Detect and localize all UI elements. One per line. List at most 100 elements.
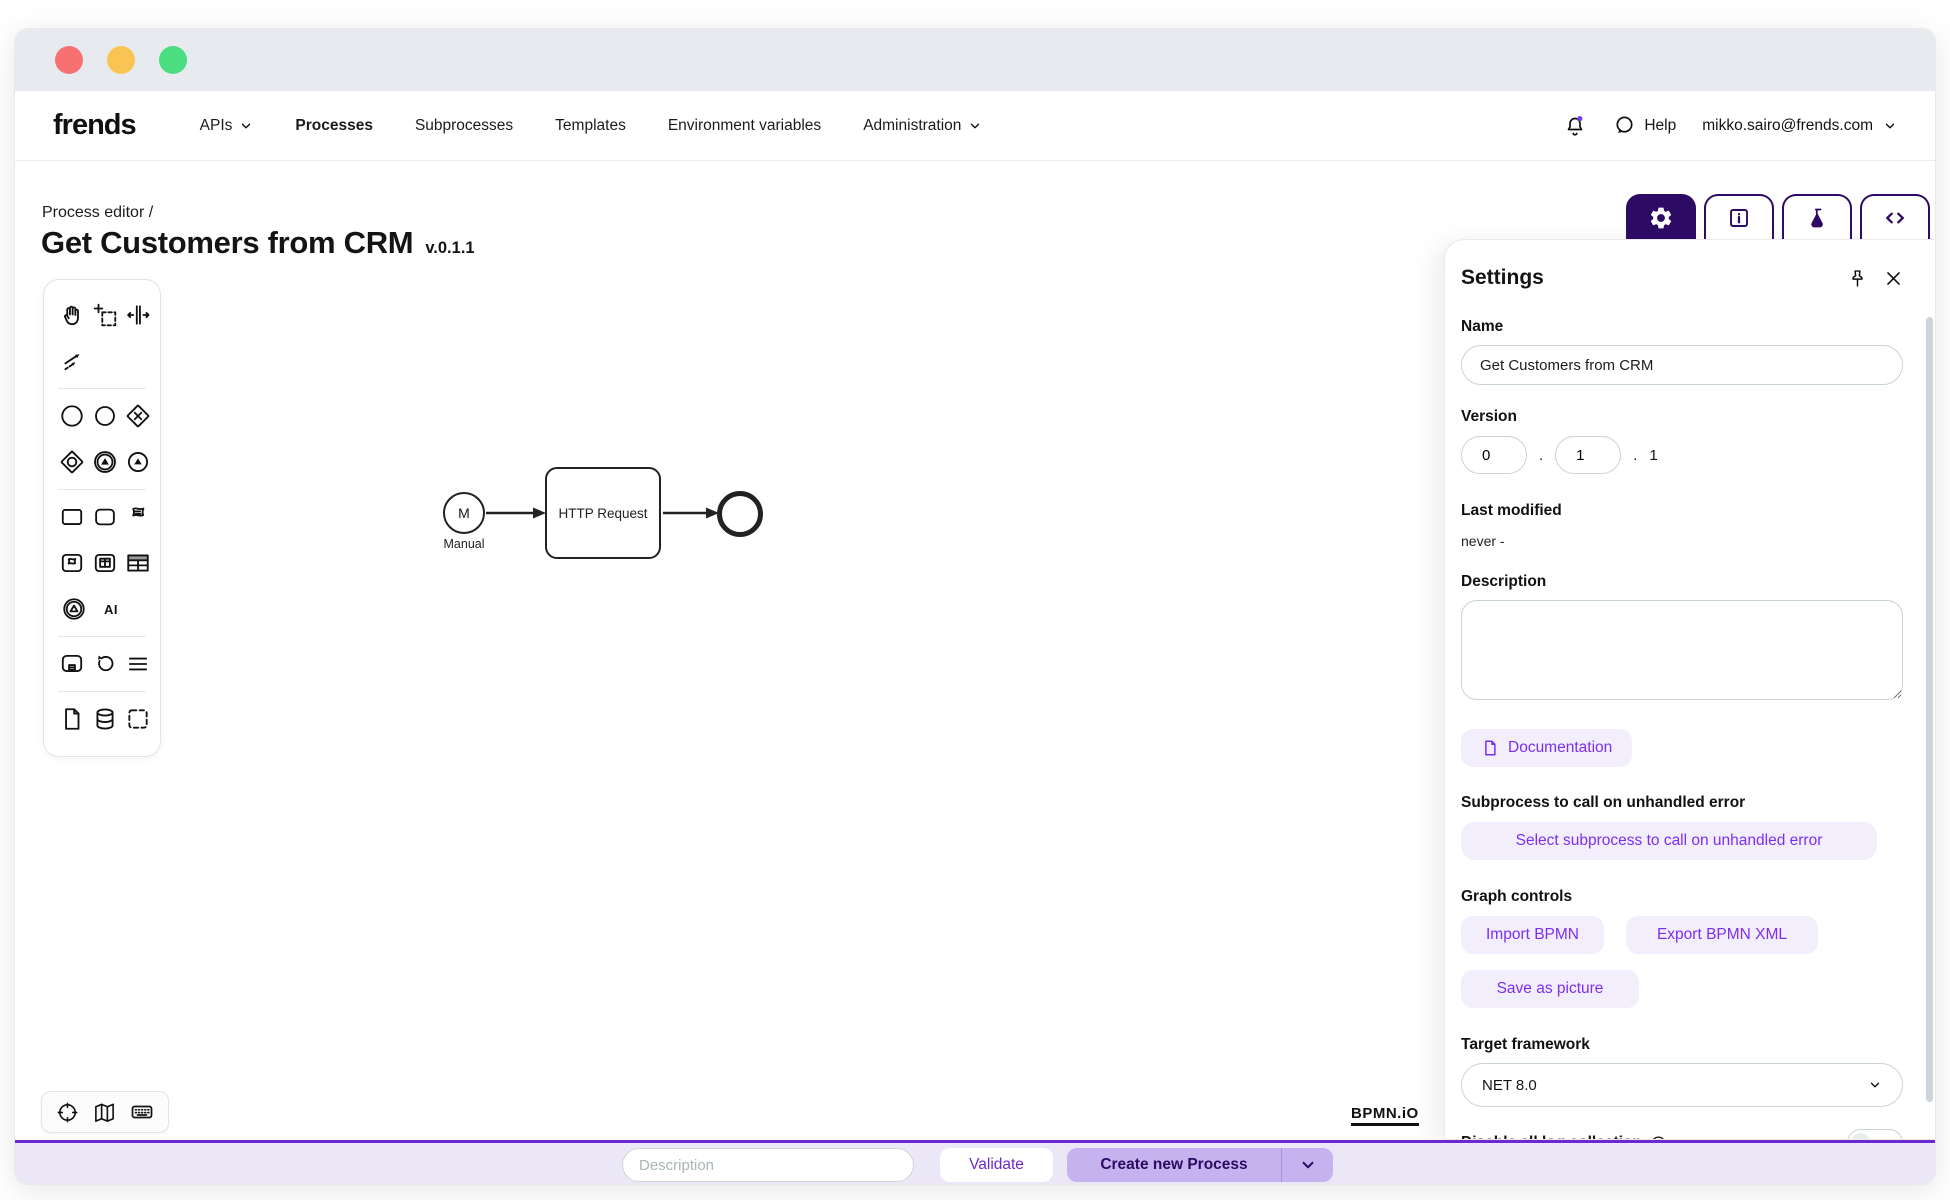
start-event-icon[interactable] — [59, 401, 85, 431]
page-version: v.0.1.1 — [425, 239, 474, 258]
call-activity-icon[interactable] — [92, 502, 118, 532]
create-process-button-group: Create new Process — [1067, 1148, 1333, 1182]
chevron-down-icon — [1299, 1156, 1317, 1174]
version-minor-input[interactable] — [1555, 436, 1621, 474]
end-event-node[interactable] — [717, 491, 763, 537]
target-framework-select[interactable]: NET 8.0 — [1461, 1063, 1903, 1107]
documentation-button[interactable]: Documentation — [1461, 729, 1632, 767]
loop-icon[interactable] — [92, 649, 118, 679]
minimap-icon[interactable] — [93, 1101, 116, 1124]
last-modified-label: Last modified — [1461, 502, 1903, 520]
process-name-input[interactable] — [1461, 345, 1903, 385]
close-window-button[interactable] — [55, 46, 83, 74]
select-subprocess-button[interactable]: Select subprocess to call on unhandled e… — [1461, 822, 1877, 860]
app-window: frends APIs Processes Subprocesses Templ… — [14, 28, 1936, 1185]
breadcrumb[interactable]: Process editor / — [42, 204, 153, 222]
hand-tool-icon[interactable] — [59, 300, 85, 330]
create-new-process-button[interactable]: Create new Process — [1067, 1148, 1281, 1182]
chevron-down-icon — [239, 119, 253, 133]
decision-task-icon[interactable] — [92, 548, 118, 578]
user-email: mikko.sairo@frends.com — [1702, 117, 1873, 135]
signal-end-event-icon[interactable] — [125, 447, 151, 477]
maximize-window-button[interactable] — [159, 46, 187, 74]
space-tool-icon[interactable] — [125, 300, 151, 330]
canvas-controls — [41, 1091, 169, 1133]
frends-logo[interactable]: frends — [53, 109, 136, 142]
help-button[interactable]: Help — [1613, 114, 1676, 137]
database-icon[interactable] — [92, 704, 118, 734]
minimize-window-button[interactable] — [107, 46, 135, 74]
settings-scrollbar[interactable] — [1926, 317, 1933, 1102]
start-event-label: Manual — [429, 537, 499, 551]
version-label: Version — [1461, 408, 1903, 426]
name-label: Name — [1461, 318, 1903, 336]
cutoff-setting-toggle[interactable] — [1847, 1129, 1903, 1140]
info-icon — [1727, 206, 1751, 230]
inclusive-gateway-icon[interactable] — [59, 447, 85, 477]
intermediate-signal-event-icon[interactable] — [92, 447, 118, 477]
create-process-dropdown-button[interactable] — [1281, 1148, 1333, 1182]
lasso-tool-icon[interactable] — [92, 300, 118, 330]
settings-panel: Settings Name Version . . 1 Last modifie… — [1444, 239, 1935, 1140]
top-navbar: frends APIs Processes Subprocesses Templ… — [15, 91, 1935, 161]
bpmn-io-watermark[interactable]: BPMN.iO — [1351, 1105, 1419, 1126]
chevron-down-icon — [968, 119, 982, 133]
collapsed-subprocess-icon[interactable] — [59, 649, 85, 679]
http-request-task-node[interactable]: HTTP Request — [545, 467, 661, 559]
panel-tabs — [1626, 194, 1930, 239]
menu-lanes-icon[interactable] — [125, 649, 151, 679]
nav-item-processes[interactable]: Processes — [295, 117, 373, 135]
sequence-flow-arrow[interactable] — [486, 505, 548, 521]
tab-info[interactable] — [1704, 194, 1774, 239]
script-task-icon[interactable] — [59, 548, 85, 578]
bpmn-palette: AI — [43, 279, 161, 757]
version-separator: . — [1633, 447, 1637, 464]
page-title: Get Customers from CRM — [41, 225, 413, 261]
nav-item-apis[interactable]: APIs — [200, 117, 254, 135]
target-framework-label: Target framework — [1461, 1036, 1903, 1054]
export-bpmn-button[interactable]: Export BPMN XML — [1626, 916, 1818, 954]
close-icon[interactable] — [1884, 269, 1903, 288]
tab-settings[interactable] — [1626, 194, 1696, 239]
group-icon[interactable] — [125, 704, 151, 734]
task-icon[interactable] — [59, 502, 85, 532]
window-titlebar — [15, 29, 1935, 91]
nav-item-templates[interactable]: Templates — [555, 117, 626, 135]
end-event-icon[interactable] — [92, 401, 118, 431]
gear-icon — [1648, 205, 1674, 231]
tab-test[interactable] — [1782, 194, 1852, 239]
sequence-flow-arrow[interactable] — [663, 505, 721, 521]
footer-bar: Validate Create new Process — [15, 1140, 1935, 1184]
pin-icon[interactable] — [1847, 268, 1868, 289]
document-icon — [1481, 739, 1499, 757]
tab-code[interactable] — [1860, 194, 1930, 239]
version-patch: 1 — [1649, 447, 1657, 464]
description-label: Description — [1461, 573, 1903, 591]
validate-button[interactable]: Validate — [940, 1148, 1053, 1182]
file-icon[interactable] — [59, 704, 85, 734]
global-connect-tool-icon[interactable] — [59, 346, 89, 376]
graph-controls-label: Graph controls — [1461, 888, 1903, 906]
notifications-bell-icon[interactable] — [1563, 114, 1587, 138]
version-description-input[interactable] — [622, 1148, 914, 1182]
reset-viewport-icon[interactable] — [56, 1101, 79, 1124]
subprocess-on-error-label: Subprocess to call on unhandled error — [1461, 794, 1903, 812]
nav-item-administration[interactable]: Administration — [863, 117, 982, 135]
chevron-down-icon — [1868, 1078, 1882, 1092]
chevron-down-icon — [1883, 119, 1897, 133]
user-menu[interactable]: mikko.sairo@frends.com — [1702, 117, 1897, 135]
trigger-event-icon[interactable] — [59, 594, 89, 624]
import-bpmn-button[interactable]: Import BPMN — [1461, 916, 1604, 954]
start-event-node[interactable]: M — [443, 492, 485, 534]
exclusive-gateway-icon[interactable] — [125, 401, 151, 431]
save-as-picture-button[interactable]: Save as picture — [1461, 970, 1639, 1008]
settings-panel-title: Settings — [1461, 266, 1544, 290]
ai-task-icon[interactable]: AI — [96, 594, 126, 624]
decision-table-icon[interactable] — [125, 548, 151, 578]
description-textarea[interactable] — [1461, 600, 1903, 700]
keyboard-shortcuts-icon[interactable] — [130, 1100, 154, 1124]
nav-item-subprocesses[interactable]: Subprocesses — [415, 117, 513, 135]
version-major-input[interactable] — [1461, 436, 1527, 474]
script-icon[interactable] — [125, 502, 151, 532]
nav-item-environment-variables[interactable]: Environment variables — [668, 117, 821, 135]
